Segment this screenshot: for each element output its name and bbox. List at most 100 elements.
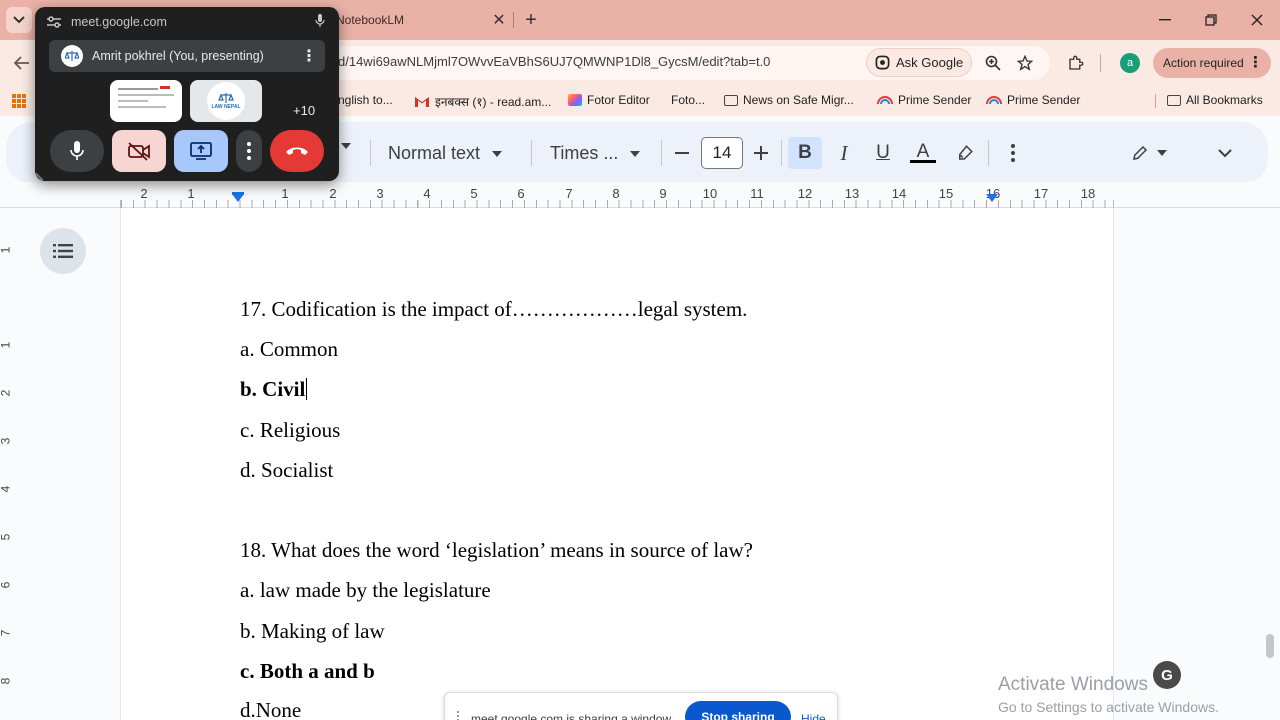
decrease-font-size-button[interactable]	[665, 137, 699, 169]
meet-pip-window: meet.google.com Amrit pokhrel (You, pres…	[34, 7, 339, 182]
presenter-name: Amrit pokhrel (You, presenting)	[92, 49, 264, 63]
increase-font-size-button[interactable]	[744, 137, 778, 169]
end-call-icon	[286, 147, 308, 155]
new-tab-button[interactable]: +	[520, 9, 542, 31]
extensions-button[interactable]	[1066, 53, 1086, 73]
underline-button[interactable]: U	[866, 137, 900, 169]
vertical-ruler-number: 1	[0, 247, 12, 254]
zoom-button[interactable]	[983, 53, 1003, 73]
vertical-ruler: 1 1 2 3 4 5 6 7 8	[0, 208, 20, 720]
grammarly-icon[interactable]: G	[1153, 661, 1181, 689]
bookmark-item[interactable]: nglish to...	[338, 93, 393, 107]
bookmark-item[interactable]: Foto...	[671, 93, 705, 107]
microphone-toggle-button[interactable]	[50, 130, 104, 172]
question-17-option-c[interactable]: c. Religious	[240, 418, 340, 443]
site-settings-icon[interactable]	[47, 16, 61, 28]
vertical-ruler-number: 5	[0, 534, 12, 541]
bookmark-item[interactable]: Prime Sender	[986, 93, 1080, 107]
bookmark-item[interactable]: इनबक्स (१) - read.am...	[414, 93, 551, 110]
stop-sharing-button[interactable]: Stop sharing	[685, 701, 791, 720]
law-nepal-logo: LAW NEPAL	[207, 82, 245, 120]
ask-google-button[interactable]: Ask Google	[866, 48, 972, 77]
gmail-icon	[415, 96, 429, 107]
browser-tab-notebooklm[interactable]: NotebookLM ✕	[336, 6, 508, 34]
more-vert-icon[interactable]: ⋮	[301, 46, 317, 66]
more-participants-count[interactable]: +10	[293, 103, 315, 118]
star-icon	[1017, 55, 1033, 71]
all-bookmarks-button[interactable]: All Bookmarks	[1167, 93, 1263, 107]
tab-search-button[interactable]	[6, 7, 32, 33]
chevron-down-icon	[1218, 148, 1232, 157]
participant-thumbnail[interactable]: LAW NEPAL	[190, 80, 262, 122]
thumbnail-label: LAW NEPAL	[211, 104, 241, 110]
tab-close-icon[interactable]: ✕	[490, 11, 508, 29]
question-18-option-b[interactable]: b. Making of law	[240, 619, 385, 644]
bookmark-item[interactable]: News on Safe Migr...	[724, 93, 854, 107]
hide-menus-button[interactable]	[1208, 137, 1242, 169]
bold-button[interactable]: B	[788, 137, 822, 169]
question-17-option-b[interactable]: b. Civil	[240, 377, 308, 402]
profile-avatar[interactable]: a	[1120, 53, 1140, 73]
highlighter-icon	[959, 145, 973, 160]
font-size-input[interactable]: 14	[701, 137, 743, 169]
chevron-down-icon	[13, 16, 25, 24]
fotor-icon	[568, 94, 582, 106]
more-options-button[interactable]	[236, 130, 262, 172]
shared-screen-thumbnail[interactable]	[110, 80, 182, 122]
presenter-avatar	[61, 45, 83, 67]
hide-sharing-bar-button[interactable]: Hide	[801, 712, 826, 720]
more-vert-icon	[247, 142, 251, 160]
ruler-number: 8	[612, 186, 620, 201]
sharing-message: meet.google.com is sharing a window	[471, 712, 672, 720]
question-18-option-c[interactable]: c. Both a and b	[240, 659, 375, 684]
right-indent-marker[interactable]	[986, 194, 998, 202]
vertical-ruler-number: 3	[0, 438, 12, 445]
present-screen-button[interactable]	[174, 130, 228, 172]
apps-grid-icon[interactable]	[12, 94, 26, 108]
more-options-button[interactable]	[996, 137, 1030, 169]
minimize-window-button[interactable]	[1153, 8, 1177, 32]
question-17[interactable]: 17. Codification is the impact of………………l…	[240, 297, 747, 322]
camera-toggle-button[interactable]	[112, 130, 166, 172]
italic-button[interactable]: I	[827, 137, 861, 169]
ruler-number: 4	[423, 186, 431, 201]
rainbow-icon	[877, 96, 893, 105]
question-18[interactable]: 18. What does the word ‘legislation’ mea…	[240, 538, 753, 563]
present-icon	[190, 142, 212, 160]
microphone-icon	[315, 14, 325, 27]
zoom-dropdown[interactable]	[341, 143, 351, 149]
action-required-button[interactable]: Action required ⋮	[1153, 48, 1271, 78]
first-line-indent-marker[interactable]	[232, 192, 244, 195]
question-17-option-d[interactable]: d. Socialist	[240, 458, 333, 483]
url-text[interactable]: d/14wi69awNLMjml7OWvvEaVBhS6UJ7QMWNP1Dl8…	[338, 54, 770, 69]
drag-handle-icon[interactable]	[457, 711, 461, 720]
camera-off-icon	[128, 142, 150, 161]
bookmark-star-button[interactable]	[1015, 53, 1035, 73]
rainbow-icon	[986, 96, 1002, 105]
back-button[interactable]	[10, 51, 34, 75]
editing-mode-dropdown[interactable]	[1124, 137, 1174, 169]
horizontal-ruler[interactable]: 2 1 1 2 3 4 5 6 7 8 9 10 11 12 13 14 15 …	[0, 182, 1280, 208]
paragraph-style-dropdown[interactable]: Normal text	[388, 143, 503, 164]
highlight-color-button[interactable]	[948, 137, 982, 169]
text-cursor	[306, 378, 308, 400]
vertical-scrollbar-thumb[interactable]	[1266, 634, 1274, 658]
microphone-icon	[70, 141, 84, 160]
close-window-button[interactable]	[1245, 8, 1269, 32]
left-indent-marker[interactable]	[232, 194, 244, 202]
font-family-dropdown[interactable]: Times ...	[550, 143, 641, 164]
text-color-button[interactable]: A	[906, 137, 940, 169]
toolbar-divider	[370, 140, 371, 166]
document-outline-button[interactable]	[40, 228, 86, 274]
leave-call-button[interactable]	[270, 130, 324, 172]
minimize-icon	[1159, 19, 1171, 21]
toolbar-divider	[1100, 54, 1101, 72]
question-18-option-d[interactable]: d.None	[240, 698, 301, 720]
question-18-option-a[interactable]: a. law made by the legislature	[240, 578, 491, 603]
presenter-row[interactable]: Amrit pokhrel (You, presenting) ⋮	[49, 40, 325, 72]
restore-window-button[interactable]	[1199, 8, 1223, 32]
folder-icon	[724, 94, 738, 106]
bookmark-item[interactable]: Prime Sender	[877, 93, 971, 107]
question-17-option-a[interactable]: a. Common	[240, 337, 338, 362]
bookmark-item[interactable]: Fotor Editor	[568, 93, 650, 107]
